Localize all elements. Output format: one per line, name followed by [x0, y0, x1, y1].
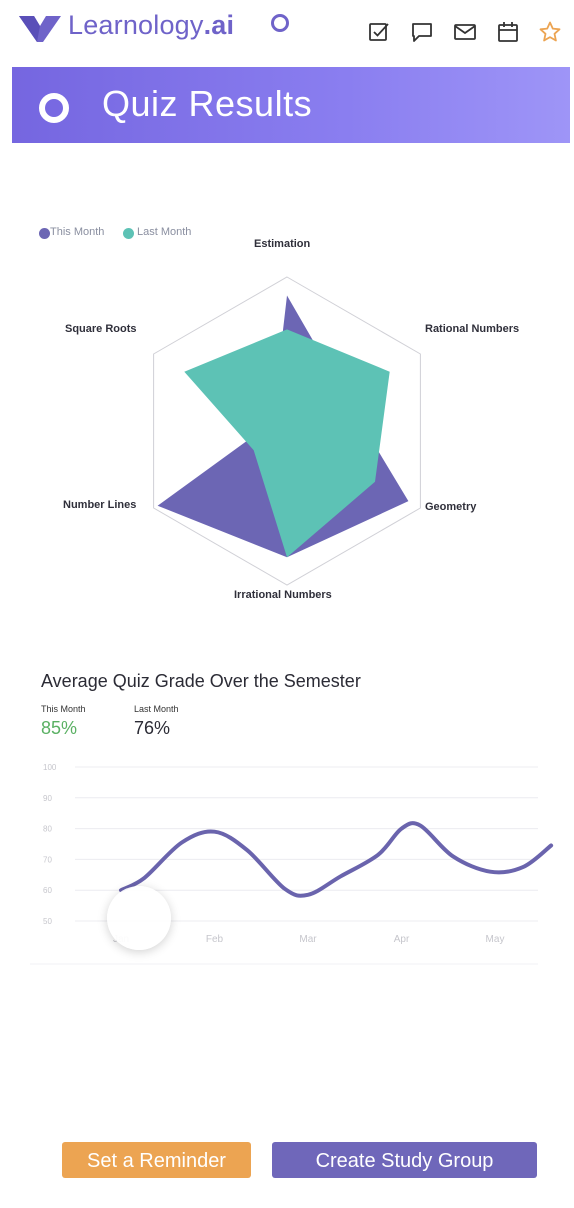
line-chart: 1009080706050JanFebMarAprMay [30, 763, 554, 965]
brand-main: Learnology [68, 10, 204, 40]
logo-icon [19, 16, 61, 42]
last-month-label: Last Month [134, 704, 179, 714]
this-month-value: 85% [41, 718, 78, 738]
y-tick-label: 90 [43, 794, 52, 803]
y-tick-label: 50 [43, 917, 52, 926]
quiz-results-banner: Quiz Results [12, 67, 570, 143]
pointer-cursor [107, 886, 171, 950]
status-ring-icon[interactable] [271, 14, 289, 32]
brand-suffix: .ai [203, 10, 235, 40]
chat-icon[interactable] [410, 20, 434, 44]
set-reminder-button[interactable]: Set a Reminder [62, 1142, 251, 1178]
line-chart-title: Average Quiz Grade Over the Semester [41, 671, 361, 691]
create-study-group-button[interactable]: Create Study Group [272, 1142, 537, 1178]
axis-label-square-roots: Square Roots [65, 323, 137, 335]
star-icon[interactable] [538, 20, 562, 44]
y-tick-label: 70 [43, 855, 52, 864]
axis-label-irrational-numbers: Irrational Numbers [234, 589, 332, 601]
y-tick-label: 100 [43, 763, 57, 772]
axis-label-number-lines: Number Lines [63, 499, 137, 511]
last-month-value: 76% [134, 718, 171, 738]
x-tick-label: Mar [299, 934, 317, 945]
page-title: Quiz Results [102, 83, 313, 124]
y-tick-label: 60 [43, 886, 52, 895]
this-month-label: This Month [41, 704, 86, 714]
x-tick-label: Apr [394, 934, 410, 945]
checkbox-icon[interactable] [367, 20, 391, 44]
mail-icon[interactable] [453, 20, 477, 44]
radar-chart [153, 276, 421, 586]
x-tick-label: Feb [206, 934, 224, 945]
axis-label-geometry: Geometry [425, 501, 477, 513]
y-tick-label: 80 [43, 825, 52, 834]
axis-label-rational-numbers: Rational Numbers [425, 323, 520, 335]
calendar-icon[interactable] [496, 20, 520, 44]
brand-name[interactable]: Learnology.ai [68, 10, 234, 41]
ring-icon [39, 93, 69, 123]
x-tick-label: May [486, 934, 505, 945]
axis-label-estimation: Estimation [254, 238, 311, 250]
top-bar: Learnology.ai [0, 0, 574, 60]
